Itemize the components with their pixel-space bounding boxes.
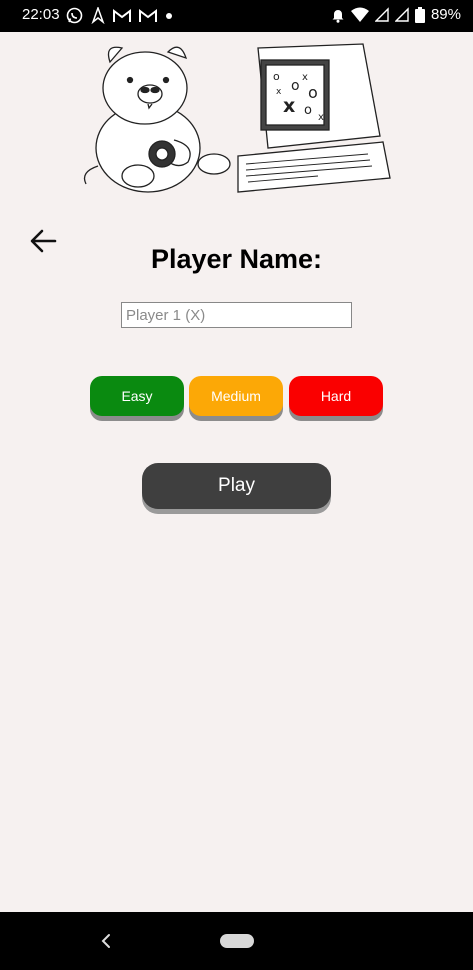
hard-button[interactable]: Hard	[289, 376, 383, 416]
status-time: 22:03	[22, 6, 60, 23]
nav-back-icon[interactable]	[98, 932, 114, 950]
navigation-bar	[0, 912, 473, 970]
signal-icon	[374, 7, 389, 22]
retro-computer-illustration: o o x o x x o x	[237, 43, 391, 193]
status-bar: 22:03 89%	[0, 0, 473, 32]
svg-text:x: x	[302, 72, 308, 83]
easy-button[interactable]: Easy	[90, 376, 184, 416]
svg-text:x: x	[276, 87, 282, 97]
svg-text:o: o	[273, 70, 280, 83]
gmail-icon	[113, 8, 131, 22]
page-title: Player Name:	[150, 244, 323, 274]
medium-button[interactable]: Medium	[189, 376, 283, 416]
wombat-illustration	[83, 46, 231, 193]
battery-percent: 89%	[430, 6, 461, 23]
player-name-input[interactable]	[121, 302, 352, 328]
header-illustration: o o x o x x o x	[83, 43, 391, 193]
svg-text:o: o	[308, 83, 318, 102]
flame-icon	[91, 7, 105, 24]
svg-text:x: x	[283, 95, 295, 117]
dot-icon	[166, 12, 172, 19]
nav-home-pill[interactable]	[220, 934, 254, 948]
battery-icon	[414, 6, 425, 23]
signal-icon	[394, 7, 409, 22]
svg-text:o: o	[304, 103, 312, 118]
system-icons: 89%	[331, 6, 461, 23]
gmail-icon	[139, 8, 157, 22]
wifi-icon	[350, 7, 369, 22]
svg-text:x: x	[318, 112, 324, 123]
play-button[interactable]: Play	[142, 463, 331, 509]
svg-text:o: o	[291, 78, 300, 94]
alarm-icon	[332, 9, 344, 23]
notification-icons	[66, 7, 173, 24]
whatsapp-icon	[66, 7, 83, 24]
